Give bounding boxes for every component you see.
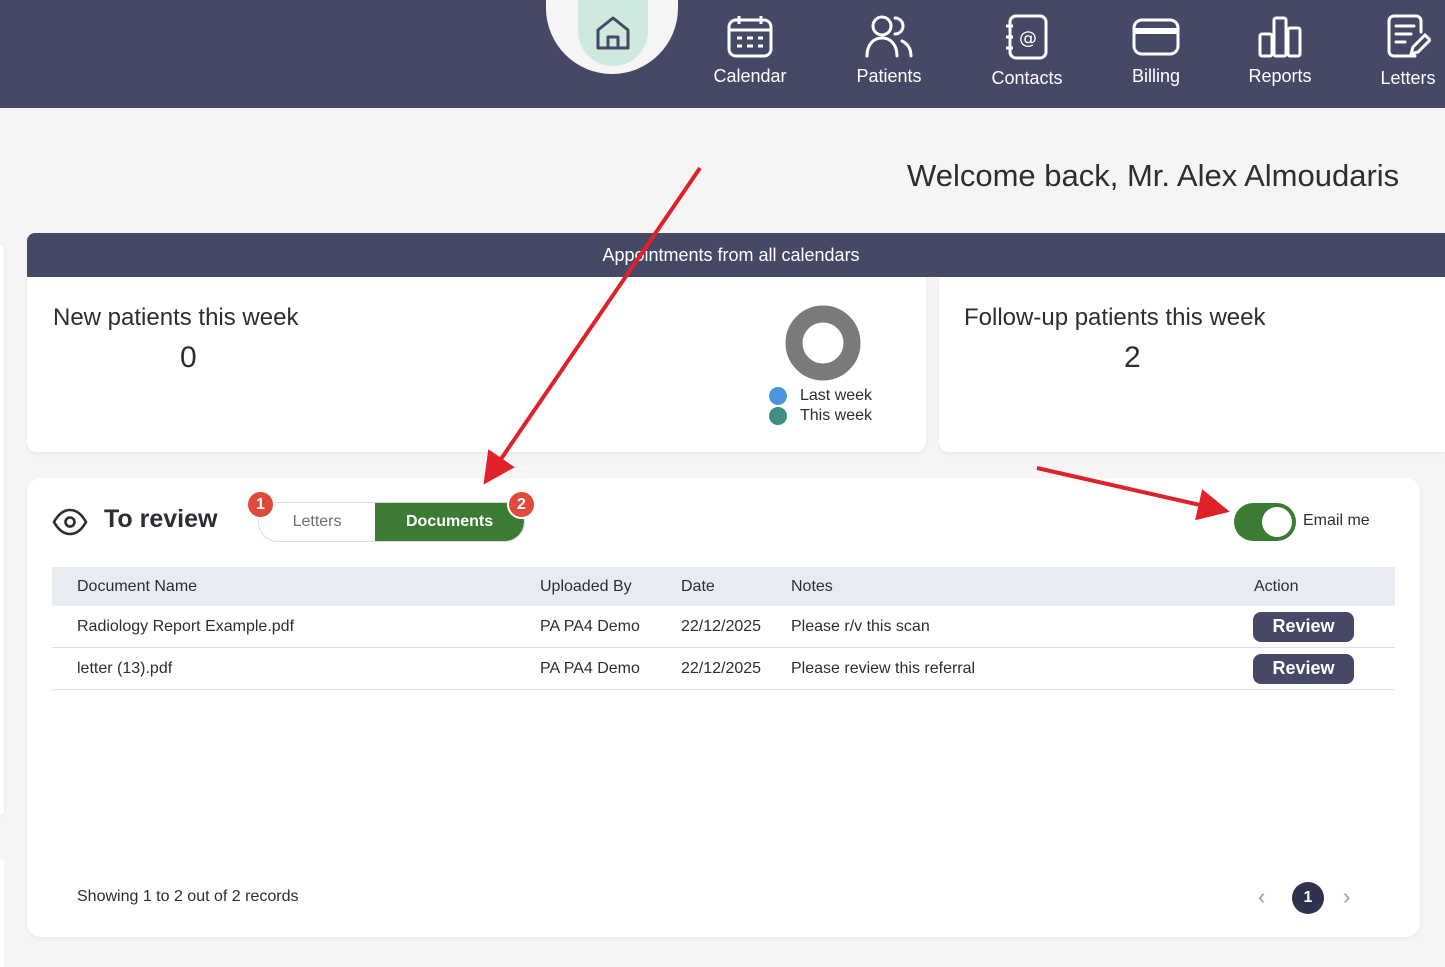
new-patients-title: New patients this week: [53, 304, 299, 331]
table-row: Radiology Report Example.pdf PA PA4 Demo…: [52, 606, 1395, 648]
pagination-page-1[interactable]: 1: [1292, 882, 1324, 914]
notes-cell: Please r/v this scan: [791, 617, 930, 635]
review-button[interactable]: Review: [1253, 653, 1354, 684]
column-header-date[interactable]: Date: [681, 578, 715, 596]
left-panel-edge: [0, 245, 4, 815]
review-button[interactable]: Review: [1253, 611, 1354, 642]
home-icon: [596, 16, 630, 50]
to-review-card: To review Letters Documents 1 2 Email me…: [27, 478, 1420, 937]
table-header: Document Name Uploaded By Date Notes Act…: [52, 567, 1395, 606]
calendar-icon: [727, 16, 773, 58]
review-table: Document Name Uploaded By Date Notes Act…: [52, 567, 1395, 690]
to-review-title: To review: [104, 505, 218, 533]
new-patients-card: New patients this week 0 Last week This …: [27, 277, 926, 452]
date-cell: 22/12/2025: [681, 617, 762, 635]
notes-cell: Please review this referral: [791, 659, 976, 677]
nav-billing[interactable]: Billing: [1101, 14, 1211, 87]
eye-icon: [52, 508, 88, 536]
document-name-cell: Radiology Report Example.pdf: [77, 617, 295, 635]
top-navbar: Calendar Patients @ Contacts Billing Rep…: [0, 0, 1445, 108]
nav-calendar-label: Calendar: [713, 66, 787, 86]
email-me-toggle[interactable]: [1234, 503, 1296, 541]
legend-last-week: Last week: [769, 387, 872, 405]
date-cell: 22/12/2025: [681, 659, 762, 677]
uploaded-by-cell: PA PA4 Demo: [540, 659, 640, 677]
table-row: letter (13).pdf PA PA4 Demo 22/12/2025 P…: [52, 648, 1395, 690]
nav-patients-label: Patients: [856, 66, 922, 86]
contacts-icon: @: [1006, 14, 1048, 60]
appointments-header: Appointments from all calendars: [27, 233, 1445, 277]
new-patients-value: 0: [180, 341, 197, 374]
column-header-notes[interactable]: Notes: [791, 578, 833, 596]
legend-dot-this-week: [769, 407, 787, 425]
appointments-donut-chart: [785, 305, 861, 381]
svg-text:@: @: [1019, 28, 1037, 49]
document-name-cell: letter (13).pdf: [77, 659, 173, 677]
uploaded-by-cell: PA PA4 Demo: [540, 617, 640, 635]
nav-letters-label: Letters: [1380, 68, 1436, 88]
column-header-uploaded-by[interactable]: Uploaded By: [540, 578, 632, 596]
nav-contacts-label: Contacts: [991, 68, 1063, 88]
legend-label-this-week: This week: [800, 407, 873, 424]
nav-patients[interactable]: Patients: [834, 14, 944, 87]
nav-calendar[interactable]: Calendar: [695, 14, 805, 87]
followup-patients-value: 2: [1124, 341, 1141, 374]
column-header-document-name[interactable]: Document Name: [77, 578, 197, 596]
pagination-next-button[interactable]: ›: [1343, 884, 1350, 910]
nav-letters[interactable]: Letters: [1353, 14, 1445, 89]
patients-icon: [865, 15, 913, 58]
review-tab-switcher: Letters Documents: [258, 502, 525, 542]
legend-label-last-week: Last week: [800, 387, 873, 404]
legend-this-week: This week: [769, 407, 872, 425]
email-me-label: Email me: [1303, 512, 1370, 529]
billing-icon: [1132, 18, 1180, 56]
tab-documents[interactable]: Documents: [375, 503, 524, 541]
reports-icon: [1258, 16, 1302, 58]
pagination-prev-button[interactable]: ‹: [1258, 884, 1265, 910]
nav-reports[interactable]: Reports: [1225, 14, 1335, 87]
followup-patients-card: Follow-up patients this week 2: [939, 277, 1445, 452]
documents-count-badge: 2: [507, 490, 536, 519]
toggle-knob: [1262, 507, 1292, 537]
legend-dot-last-week: [769, 387, 787, 405]
letters-icon: [1387, 14, 1431, 58]
nav-billing-label: Billing: [1131, 66, 1181, 86]
followup-patients-title: Follow-up patients this week: [964, 304, 1266, 331]
nav-reports-label: Reports: [1248, 66, 1312, 86]
welcome-message: Welcome back, Mr. Alex Almoudaris: [907, 158, 1400, 193]
tab-letters[interactable]: Letters: [259, 503, 375, 541]
records-count-text: Showing 1 to 2 out of 2 records: [77, 888, 299, 905]
letters-count-badge: 1: [246, 490, 275, 519]
column-header-action: Action: [1254, 577, 1299, 595]
nav-contacts[interactable]: @ Contacts: [972, 14, 1082, 89]
left-panel-edge-lower: [0, 860, 4, 967]
